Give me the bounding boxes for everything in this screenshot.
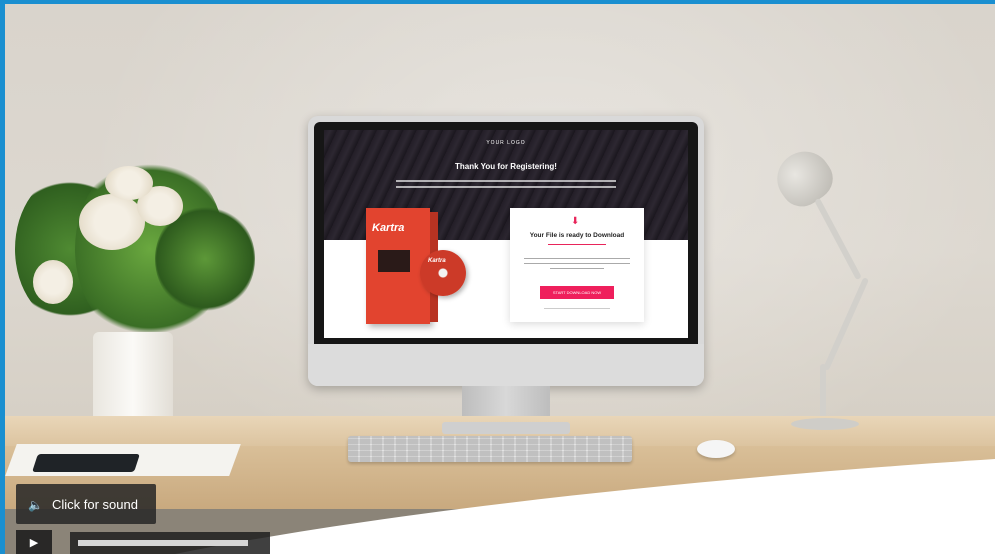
product-box-title: Kartra	[372, 222, 405, 234]
video-progress-bar[interactable]	[70, 532, 270, 554]
product-disc-title: Kartra	[428, 258, 446, 264]
download-card-text	[524, 258, 630, 260]
screen-body-text	[396, 180, 616, 182]
start-download-button: START DOWNLOAD NOW	[540, 286, 614, 299]
click-for-sound-button[interactable]: 🔈 Click for sound	[16, 484, 156, 524]
product-disc	[420, 250, 466, 296]
product-box-image	[378, 250, 410, 272]
download-card-text	[550, 268, 604, 270]
screen-body-text	[396, 186, 616, 188]
click-for-sound-label: Click for sound	[52, 496, 138, 512]
download-card-title: Your File is ready to Download	[529, 232, 625, 239]
download-card: ⬇ Your File is ready to Download START D…	[510, 208, 644, 322]
play-icon: ▶	[29, 536, 39, 549]
speaker-icon: 🔈	[28, 497, 43, 512]
screen-logo: YOUR LOGO	[486, 140, 526, 146]
download-icon: ⬇	[571, 216, 580, 227]
download-card-text	[524, 263, 630, 265]
play-button[interactable]: ▶	[16, 530, 52, 554]
download-card-subtitle	[548, 244, 606, 246]
download-card-footnote	[544, 308, 610, 310]
video-progress-track[interactable]	[78, 540, 248, 546]
screen-heading: Thank You for Registering!	[455, 162, 557, 171]
decorative-white-wave	[175, 459, 995, 554]
video-frame[interactable]: YOUR LOGO Thank You for Registering! Kar…	[5, 4, 995, 554]
